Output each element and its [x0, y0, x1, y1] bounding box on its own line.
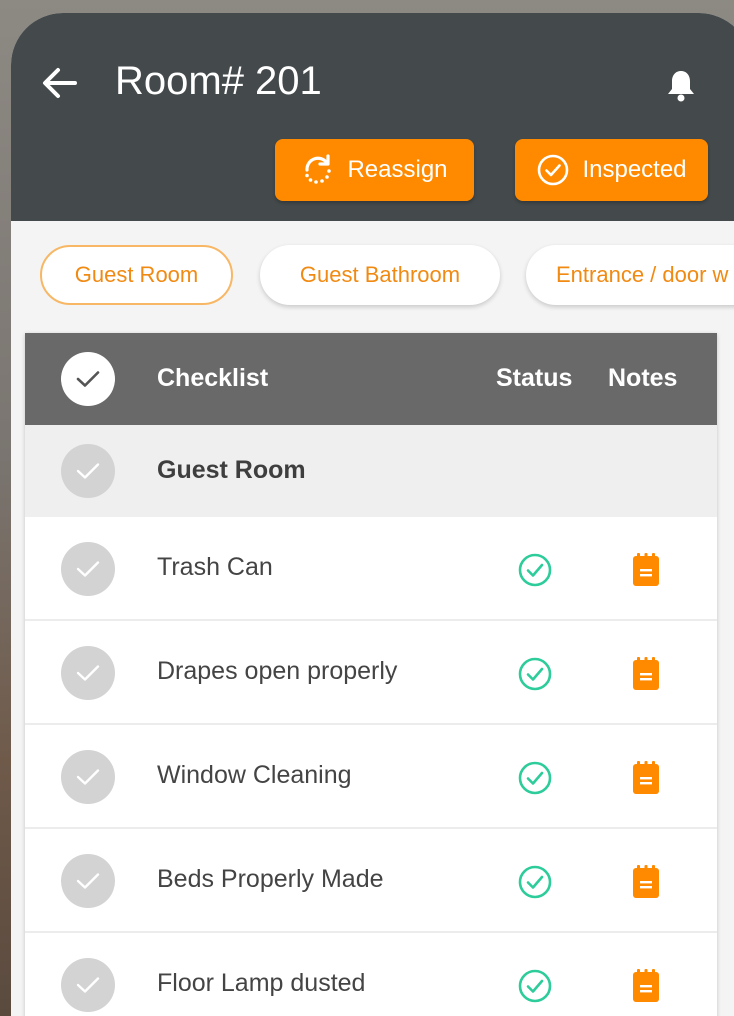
checklist-table: Checklist Status Notes Guest Room Trash …: [25, 333, 717, 1016]
checkmark-icon: [76, 665, 100, 681]
table-row: Beds Properly Made: [25, 829, 717, 933]
item-checkbox[interactable]: [61, 958, 115, 1012]
checkmark-icon: [76, 873, 100, 889]
inspected-button[interactable]: Inspected: [515, 139, 708, 201]
note-icon[interactable]: [629, 551, 663, 589]
checkmark-icon: [76, 371, 100, 387]
table-row: Floor Lamp dusted: [25, 933, 717, 1016]
table-header: Checklist Status Notes: [25, 333, 717, 425]
table-row: Drapes open properly: [25, 621, 717, 725]
item-checkbox[interactable]: [61, 542, 115, 596]
page-title: Room# 201: [115, 59, 322, 103]
category-tabs: Guest Room Guest Bathroom Entrance / doo…: [11, 245, 734, 309]
note-icon[interactable]: [629, 655, 663, 693]
status-ok-icon: [516, 655, 554, 693]
item-checkbox[interactable]: [61, 750, 115, 804]
section-checkbox[interactable]: [61, 444, 115, 498]
note-icon[interactable]: [629, 863, 663, 901]
column-notes: Notes: [608, 364, 678, 392]
item-label: Trash Can: [157, 553, 273, 581]
column-status: Status: [496, 364, 573, 392]
item-label: Window Cleaning: [157, 761, 352, 789]
item-label: Drapes open properly: [157, 657, 398, 685]
note-icon[interactable]: [629, 759, 663, 797]
arrow-left-icon: [43, 68, 77, 98]
table-row: Trash Can: [25, 517, 717, 621]
section-title: Guest Room: [157, 456, 306, 484]
item-label: Beds Properly Made: [157, 865, 384, 893]
table-row: Window Cleaning: [25, 725, 717, 829]
status-ok-icon: [516, 551, 554, 589]
status-ok-icon: [516, 759, 554, 797]
inspected-label: Inspected: [582, 156, 687, 183]
reassign-button[interactable]: Reassign: [275, 139, 474, 201]
note-icon[interactable]: [629, 967, 663, 1005]
tab-guest-room[interactable]: Guest Room: [40, 245, 233, 305]
tab-guest-bathroom[interactable]: Guest Bathroom: [260, 245, 500, 305]
refresh-icon: [305, 154, 332, 184]
status-ok-icon: [516, 967, 554, 1005]
item-checkbox[interactable]: [61, 854, 115, 908]
item-checkbox[interactable]: [61, 646, 115, 700]
notification-button[interactable]: [663, 65, 699, 105]
phone-screen: Room# 201 Reassign Inspected Guest Room …: [11, 13, 734, 1016]
app-bar: Room# 201 Reassign Inspected: [11, 13, 734, 221]
checkmark-icon: [76, 977, 100, 993]
check-circle-icon: [538, 154, 569, 186]
reassign-label: Reassign: [347, 156, 448, 183]
column-checklist: Checklist: [157, 364, 269, 392]
section-row: Guest Room: [25, 425, 717, 517]
checkmark-icon: [76, 561, 100, 577]
bell-icon: [668, 71, 694, 102]
status-ok-icon: [516, 863, 554, 901]
checkmark-icon: [76, 463, 100, 479]
item-label: Floor Lamp dusted: [157, 969, 366, 997]
select-all-checkbox[interactable]: [61, 352, 115, 406]
back-button[interactable]: [39, 63, 79, 103]
tab-entrance-door[interactable]: Entrance / door w: [526, 245, 734, 305]
checkmark-icon: [76, 769, 100, 785]
